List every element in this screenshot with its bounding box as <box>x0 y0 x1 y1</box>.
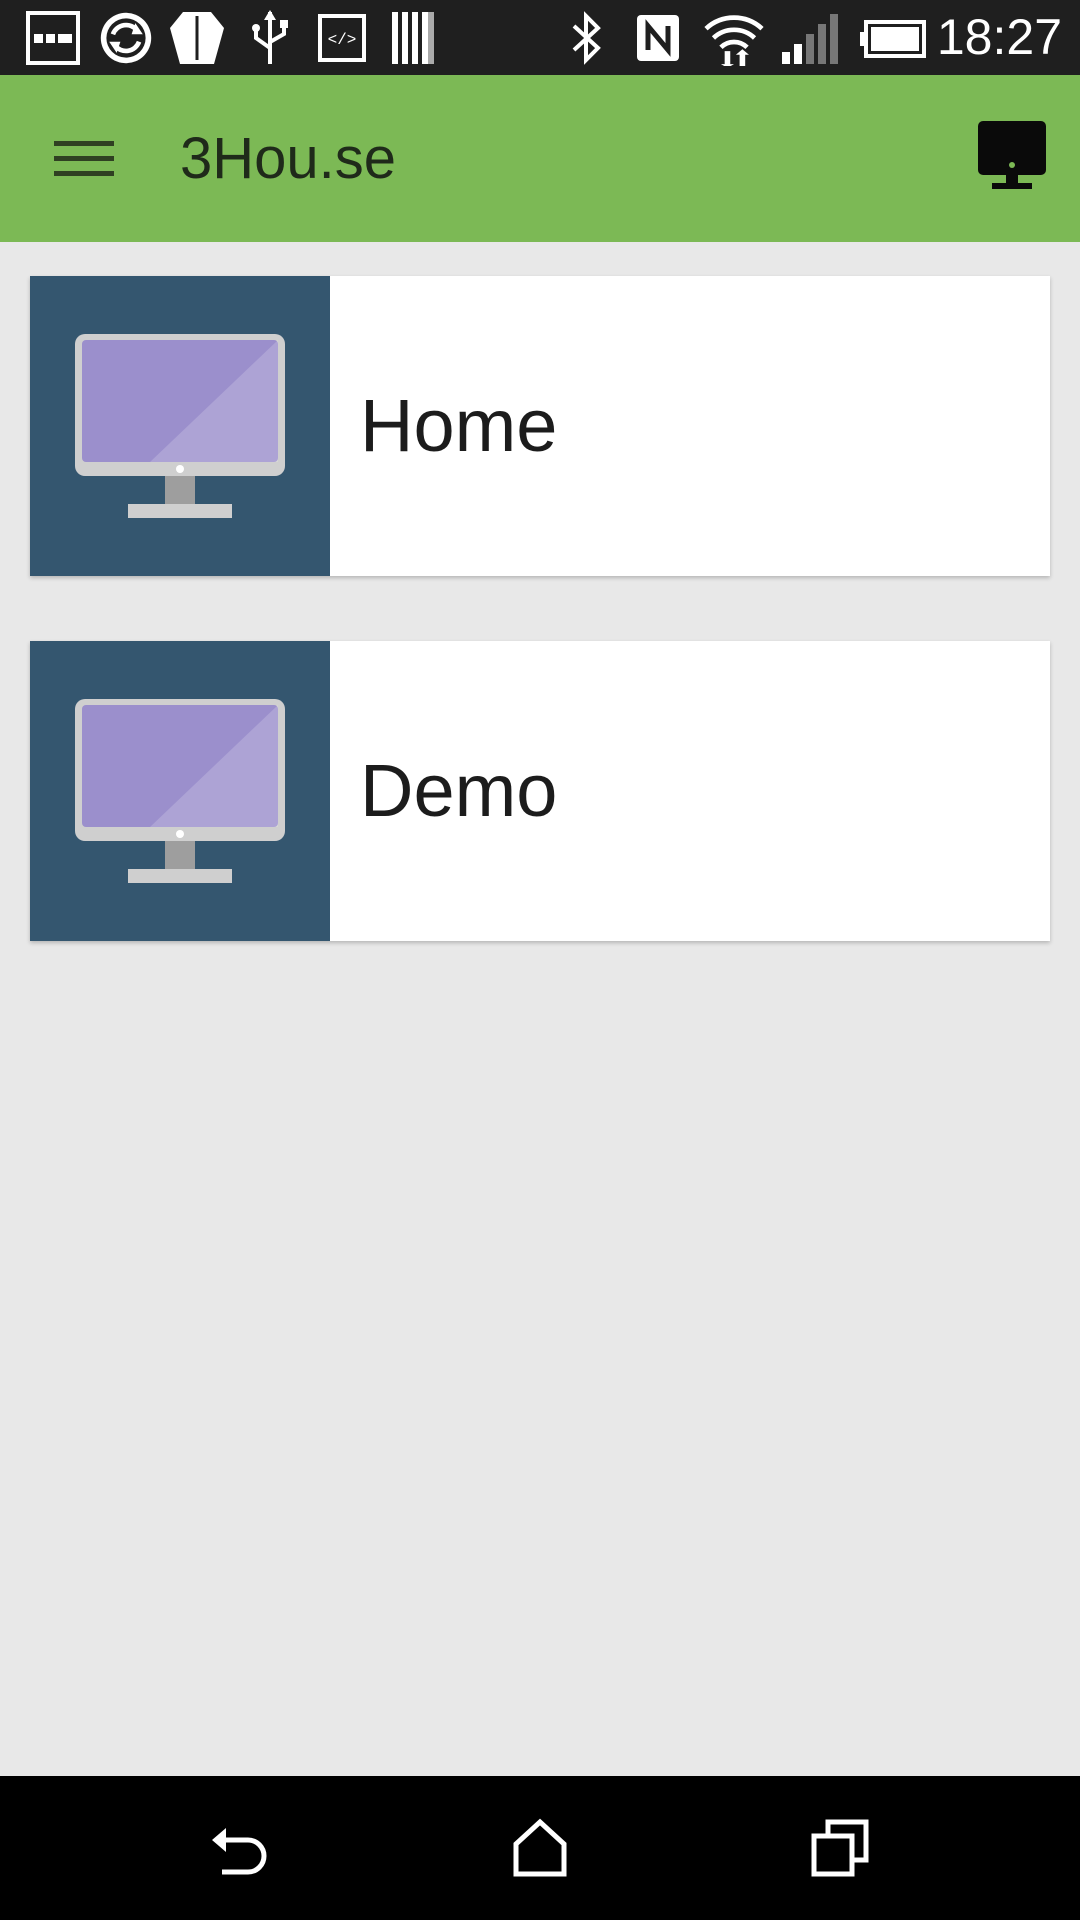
usb-icon <box>252 10 288 64</box>
wifi-icon <box>704 15 764 66</box>
recents-icon <box>811 1819 869 1877</box>
notification-icon <box>26 11 80 65</box>
recents-button[interactable] <box>808 1816 872 1880</box>
nfc-icon <box>637 15 679 61</box>
device-card-demo[interactable]: Demo <box>30 641 1050 941</box>
app-title: 3Hou.se <box>180 126 397 191</box>
menu-button[interactable] <box>40 123 128 195</box>
device-card-home[interactable]: Home <box>30 276 1050 576</box>
back-button[interactable] <box>208 1816 272 1880</box>
navigation-bar <box>0 1776 1080 1920</box>
hamburger-icon <box>54 141 114 176</box>
desktop-icon <box>978 121 1046 189</box>
back-icon <box>212 1828 267 1875</box>
svg-text:</>: </> <box>328 31 357 49</box>
status-bar: </> 18:27 <box>0 0 1080 75</box>
monitor-icon <box>75 699 285 883</box>
developer-icon: </> <box>318 14 366 62</box>
bluetooth-icon <box>572 11 601 65</box>
monitor-icon <box>75 334 285 518</box>
device-name: Demo <box>360 749 558 832</box>
shield-icon <box>170 12 224 64</box>
sync-icon <box>100 12 152 64</box>
device-thumbnail <box>30 276 330 576</box>
desktop-button[interactable] <box>974 117 1050 197</box>
status-time: 18:27 <box>936 9 1062 65</box>
battery-icon <box>860 20 926 58</box>
home-button[interactable] <box>508 1816 572 1880</box>
storage-icon <box>392 12 434 64</box>
app-bar: 3Hou.se <box>0 75 1080 242</box>
home-icon <box>513 1818 567 1877</box>
device-name: Home <box>360 384 558 467</box>
signal-icon <box>782 14 838 64</box>
device-thumbnail <box>30 641 330 941</box>
